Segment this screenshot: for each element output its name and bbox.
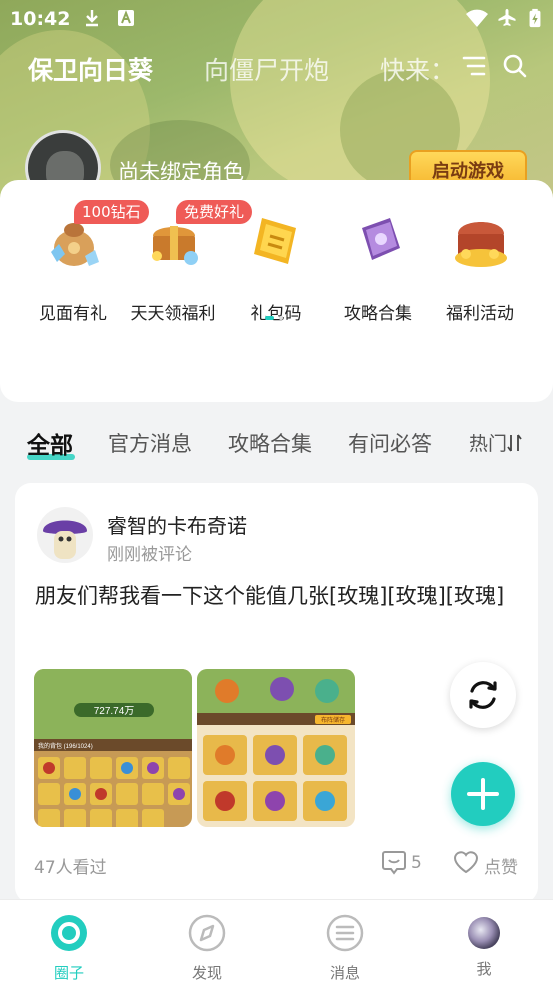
quick-item-label: 见面有礼: [39, 304, 107, 324]
status-bar: 10:42: [0, 0, 553, 38]
nav-label: 我: [476, 960, 492, 978]
author-avatar[interactable]: [37, 507, 93, 563]
quick-item-label: 福利活动: [446, 304, 514, 324]
heart-icon[interactable]: [453, 849, 479, 875]
mushroom-avatar-icon: [43, 520, 87, 559]
quick-item-label: 攻略合集: [344, 304, 412, 324]
add-post-button[interactable]: [451, 762, 515, 826]
nav-faxian[interactable]: 发现: [157, 900, 257, 983]
compass-icon: [188, 914, 226, 952]
airplane-icon: [498, 9, 516, 26]
gold-treasure-icon: [455, 222, 507, 267]
comment-count: 5: [411, 853, 422, 873]
quick-item-gonglve-heji[interactable]: 攻略合集: [328, 200, 428, 324]
post-time: 刚刚被评论: [107, 545, 192, 565]
comment-icon[interactable]: [381, 849, 407, 875]
cat-tab-qa[interactable]: 有问必答: [348, 428, 432, 458]
plus-icon: [467, 778, 499, 810]
download-icon: [86, 10, 98, 27]
nav-wo[interactable]: 我: [434, 900, 534, 983]
nav-label: 消息: [329, 964, 360, 982]
book-icon: [362, 218, 400, 260]
sort-hot-button[interactable]: 热门: [469, 429, 523, 456]
battery-charging-icon: [529, 8, 541, 28]
quick-item-fuli-huodong[interactable]: 福利活动: [430, 200, 530, 324]
post-text[interactable]: 朋友们帮我看一下这个能值几张[玫瑰][玫瑰][玫瑰]: [35, 579, 515, 614]
thumb1-counter: 727.74万: [94, 706, 135, 717]
cat-tab-all[interactable]: 全部: [27, 426, 73, 460]
notification-a-icon: [118, 10, 134, 26]
thumb2-button: 布阵储存: [321, 716, 345, 724]
post-image-1[interactable]: 727.74万 我的背包 (196/1024): [34, 669, 192, 827]
post-image-2[interactable]: 布阵储存: [197, 669, 355, 827]
wifi-icon: [466, 9, 488, 27]
circle-icon: [51, 915, 87, 951]
menu-icon[interactable]: [459, 51, 489, 81]
status-time: 10:42: [10, 8, 71, 30]
badge-100-diamonds: 100钻石: [74, 200, 149, 224]
badge-free-gift: 免费好礼: [176, 200, 253, 224]
refresh-button[interactable]: [450, 662, 516, 728]
tab-baowei-xiangrikui[interactable]: 保卫向日葵: [28, 51, 153, 87]
nav-label: 圈子: [53, 964, 84, 982]
category-tabs: 全部 官方消息 攻略合集 有问必答 热门: [0, 424, 553, 468]
cat-tab-official[interactable]: 官方消息: [108, 428, 192, 458]
nav-quanzi[interactable]: 圈子: [19, 900, 119, 983]
search-icon[interactable]: [500, 51, 530, 81]
like-label[interactable]: 点赞: [484, 853, 518, 878]
tab-xiang-jiangshi-kaipao[interactable]: 向僵尸开炮: [204, 51, 329, 87]
tab-kuailai[interactable]: 快来：: [380, 51, 454, 87]
bottom-nav: 圈子 发现 消息 我: [0, 899, 553, 983]
thumb1-bag-label: 我的背包 (196/1024): [38, 742, 93, 750]
quick-item-label: 天天领福利: [130, 304, 216, 324]
ticket-icon: [254, 218, 296, 264]
cat-tab-guides[interactable]: 攻略合集: [228, 428, 312, 458]
nav-label: 发现: [191, 964, 222, 982]
sort-icon: [507, 434, 522, 452]
nav-xiaoxi[interactable]: 消息: [295, 900, 395, 983]
post-author[interactable]: 睿智的卡布奇诺: [107, 510, 247, 539]
message-list-icon: [326, 914, 364, 952]
quick-item-label: 礼包码: [250, 304, 302, 324]
view-count: 47人看过: [34, 858, 107, 878]
game-tabs: 保卫向日葵 向僵尸开炮 快来：: [0, 45, 553, 89]
refresh-icon: [469, 681, 497, 709]
user-avatar-icon: [468, 917, 500, 949]
